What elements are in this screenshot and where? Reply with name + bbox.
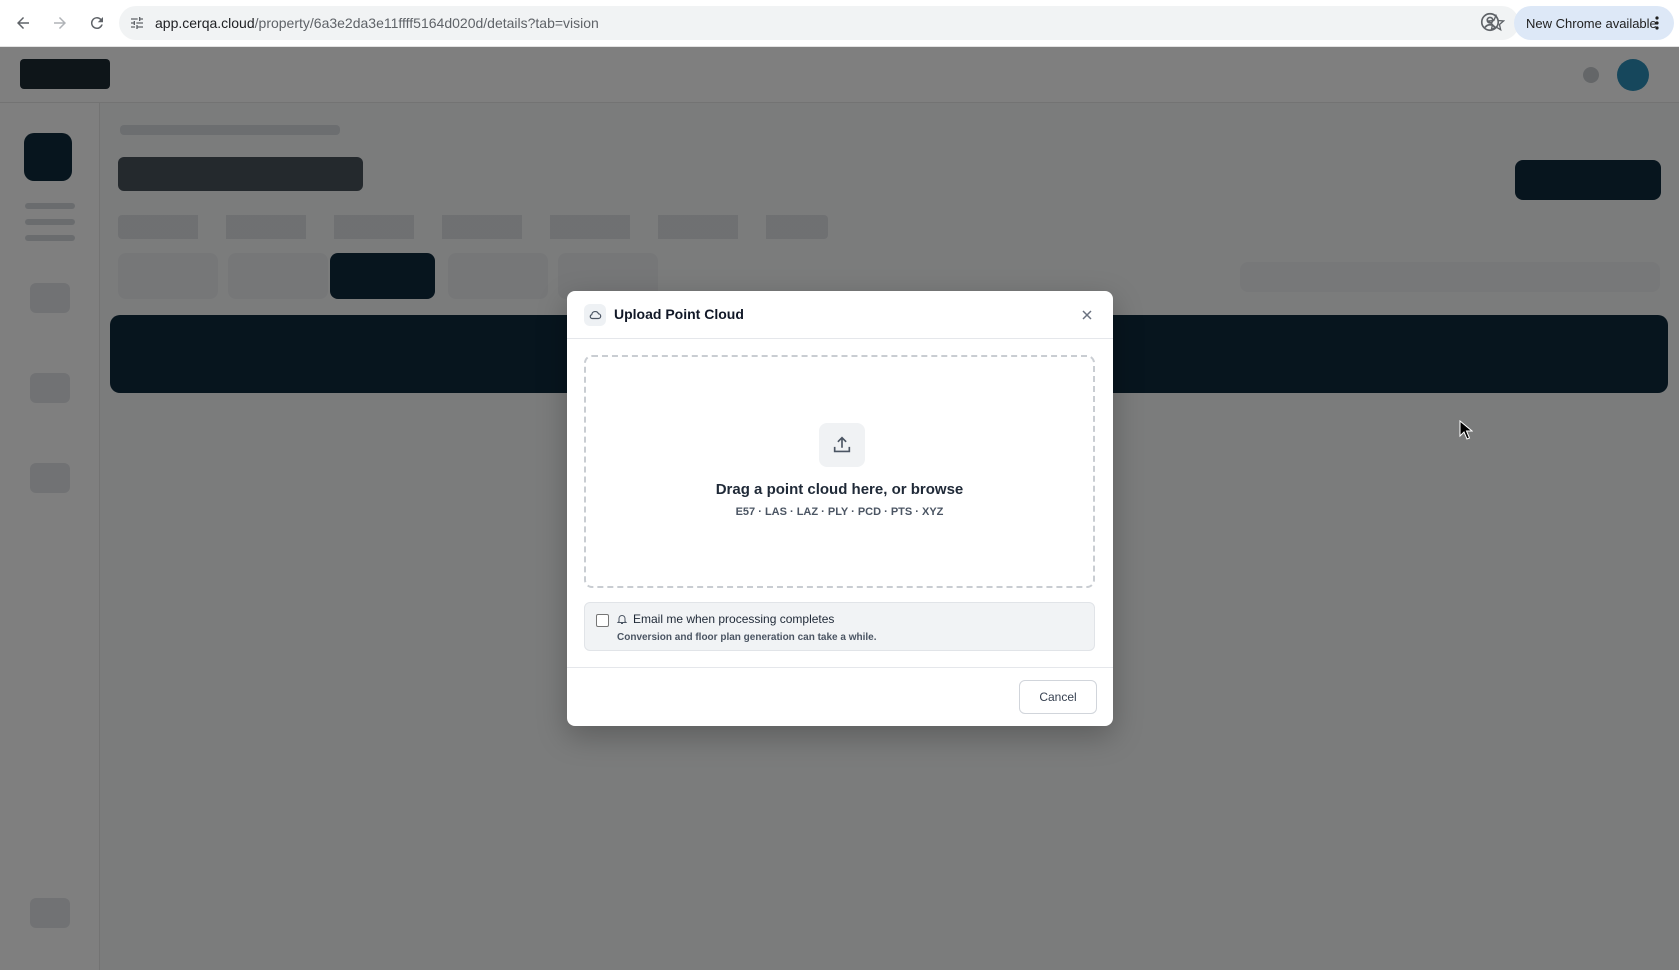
close-button[interactable] [1077,305,1097,325]
mouse-pointer-icon [1459,419,1474,445]
tune-icon[interactable] [119,15,155,31]
address-bar[interactable]: app.cerqa.cloud/property/6a3e2da3e11ffff… [119,6,1519,40]
forward-button[interactable] [42,5,78,41]
update-chip-label: New Chrome available [1526,15,1657,31]
arrow-right-icon [54,17,66,29]
dialog-title: Upload Point Cloud [614,306,744,322]
bell-icon [616,612,628,630]
close-icon [1082,310,1092,320]
email-notify-hint: Conversion and floor plan generation can… [617,632,877,643]
upload-icon [819,423,865,467]
reload-icon [90,17,103,30]
url-host: app.cerqa.cloud [155,15,255,31]
account-circle-icon[interactable] [1479,11,1501,38]
dialog-header: Upload Point Cloud [567,291,1113,339]
email-notify-option: Email me when processing completes Conve… [584,602,1095,651]
email-notify-label[interactable]: Email me when processing completes [633,612,834,626]
supported-formats: E57 · LAS · LAZ · PLY · PCD · PTS · XYZ [735,506,944,518]
url-text: app.cerqa.cloud/property/6a3e2da3e11ffff… [155,15,599,31]
chrome-update-button[interactable]: New Chrome available [1514,6,1674,40]
dropzone[interactable]: Drag a point cloud here, or browse E57 ·… [584,355,1095,588]
dialog-footer: Cancel [567,667,1113,726]
browser-toolbar: app.cerqa.cloud/property/6a3e2da3e11ffff… [0,0,1679,47]
dropzone-title[interactable]: Drag a point cloud here, or browse [586,481,1093,498]
email-notify-checkbox[interactable] [596,614,609,627]
upload-point-cloud-dialog: Upload Point Cloud Drag a point cloud he… [567,291,1113,726]
arrow-left-icon [17,17,29,29]
reload-button[interactable] [79,5,115,41]
url-path: /property/6a3e2da3e11ffff5164d020d/detai… [254,15,599,31]
cancel-button[interactable]: Cancel [1019,680,1097,714]
more-vert-icon[interactable] [1650,15,1664,34]
back-button[interactable] [5,5,41,41]
cloud-icon [584,304,606,326]
